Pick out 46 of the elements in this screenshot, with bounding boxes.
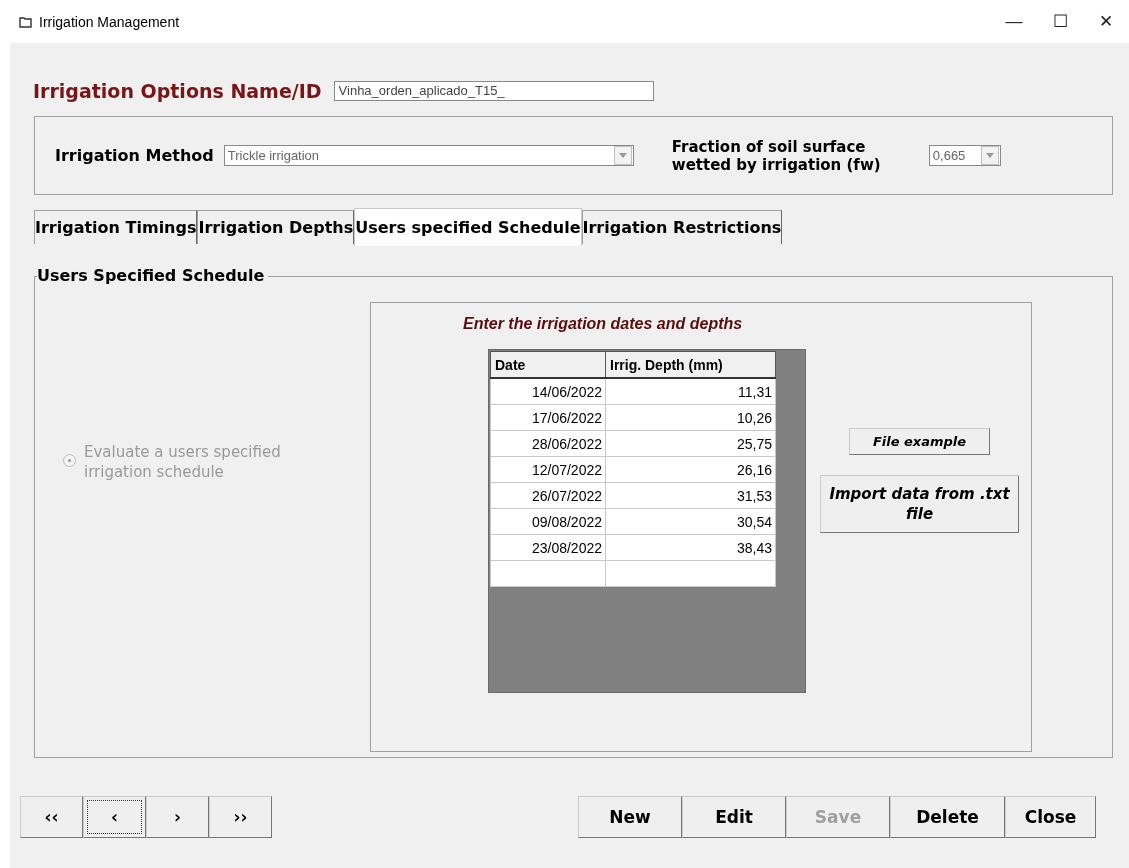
table-cell: 31,53 bbox=[605, 482, 776, 509]
file-example-button[interactable]: File example bbox=[849, 428, 990, 455]
maximize-button[interactable]: ☐ bbox=[1037, 5, 1083, 38]
table-cell: 17/06/2022 bbox=[490, 404, 606, 431]
table-cell: 23/08/2022 bbox=[490, 534, 606, 561]
first-button[interactable]: ‹‹ bbox=[20, 796, 83, 838]
fraction-dropdown[interactable]: 0,665 bbox=[928, 145, 1001, 166]
action-button[interactable]: Edit bbox=[682, 796, 786, 838]
field-label: Irrigation Options Name/ID bbox=[33, 79, 322, 102]
action-button[interactable]: Close bbox=[1005, 796, 1096, 838]
tab[interactable]: Users specified Schedule bbox=[354, 208, 582, 246]
field-label: Fraction of soil surface wetted by irrigation (fw) bbox=[671, 137, 882, 174]
tab[interactable]: Irrigation Timings bbox=[34, 210, 198, 244]
table-title: Enter the irrigation dates and depths bbox=[463, 315, 743, 333]
table-cell: 14/06/2022 bbox=[490, 378, 606, 405]
minimize-button[interactable]: — bbox=[991, 5, 1037, 38]
group-title: Users Specified Schedule bbox=[37, 266, 269, 285]
table-cell: 26,16 bbox=[605, 456, 776, 483]
radio-label: Evaluate a users specified irrigation schedule bbox=[84, 442, 282, 482]
empty-cell[interactable] bbox=[490, 560, 606, 587]
previous-button[interactable]: ‹ bbox=[83, 796, 146, 838]
name-input-field[interactable]: Vinha_orden_aplicado_T15_ bbox=[333, 80, 654, 101]
column-header: Date bbox=[490, 351, 606, 378]
close-button[interactable]: ✕ bbox=[1083, 5, 1129, 38]
table-cell: 10,26 bbox=[605, 404, 776, 431]
empty-cell[interactable] bbox=[605, 560, 776, 587]
table-cell: 26/07/2022 bbox=[490, 482, 606, 509]
import-button[interactable]: Import data from .txt file bbox=[820, 475, 1019, 533]
table-cell: 12/07/2022 bbox=[490, 456, 606, 483]
tab[interactable]: Irrigation Restrictions bbox=[581, 210, 783, 244]
window-icon bbox=[19, 15, 33, 28]
table-cell: 30,54 bbox=[605, 508, 776, 535]
table-cell: 09/08/2022 bbox=[490, 508, 606, 535]
last-button[interactable]: ›› bbox=[209, 796, 272, 838]
next-button[interactable]: › bbox=[146, 796, 209, 838]
table-cell: 38,43 bbox=[605, 534, 776, 561]
column-header: Irrig. Depth (mm) bbox=[605, 351, 776, 378]
window-title: Irrigation Management bbox=[39, 13, 180, 30]
tab[interactable]: Irrigation Depths bbox=[197, 210, 355, 244]
table-cell: 25,75 bbox=[605, 430, 776, 457]
action-button[interactable]: Delete bbox=[890, 796, 1005, 838]
table-cell: 28/06/2022 bbox=[490, 430, 606, 457]
field-label: Irrigation Method bbox=[55, 146, 214, 165]
action-button[interactable]: New bbox=[578, 796, 682, 838]
table-cell: 11,31 bbox=[605, 378, 776, 405]
method-dropdown[interactable]: Trickle irrigation bbox=[223, 145, 634, 166]
